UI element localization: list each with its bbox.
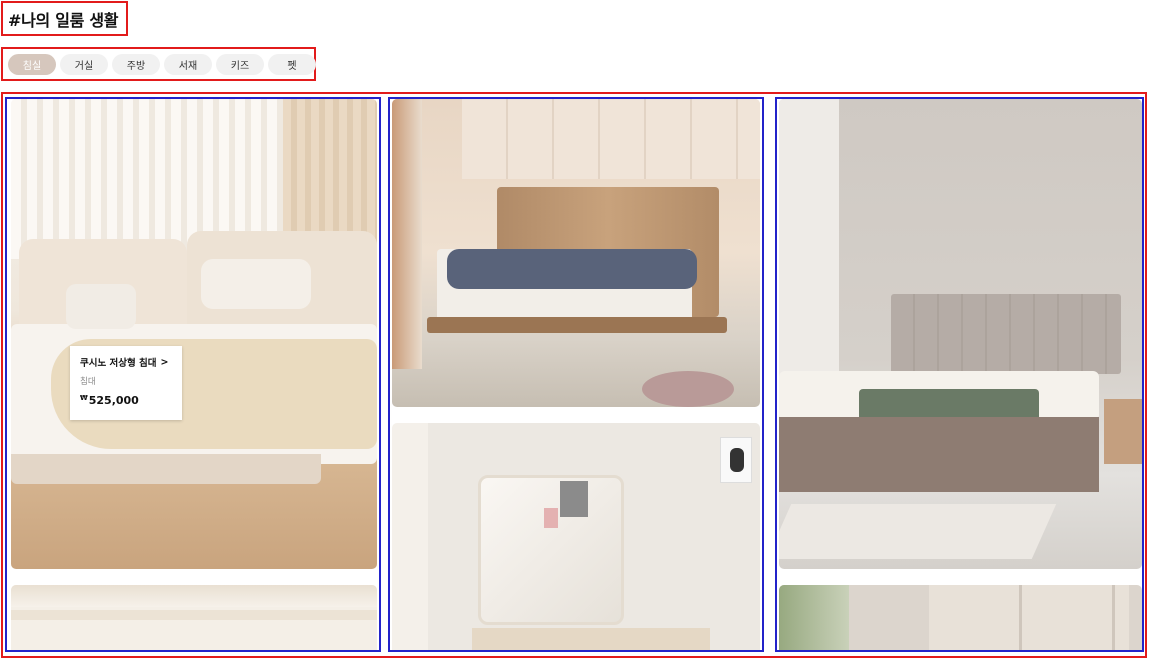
currency-symbol: ₩ xyxy=(80,394,88,402)
product-name-row: 쿠시노 저상형 침대 > xyxy=(80,355,172,370)
product-category: 침대 xyxy=(80,377,96,387)
tab-kitchen[interactable]: 주방 xyxy=(112,53,160,75)
tab-kids[interactable]: 키즈 xyxy=(216,53,264,75)
product-price: 525,000 xyxy=(88,394,139,407)
gallery-column-2 xyxy=(388,97,764,652)
molding-decor xyxy=(11,610,377,620)
picture-decor xyxy=(560,481,588,517)
gallery-column-1: 쿠시노 저상형 침대 > 침대 ₩525,000 xyxy=(5,97,381,652)
bedroom-photo-motion-bed[interactable] xyxy=(779,99,1142,569)
tab-pet[interactable]: 펫 xyxy=(268,53,316,75)
door-decor xyxy=(929,585,1129,650)
gallery-column-3 xyxy=(775,97,1144,652)
section-title: #나의 일룸 생활 xyxy=(8,10,119,30)
poster-decor xyxy=(720,437,752,483)
rug-decor xyxy=(779,504,1057,559)
bedroom-photo-low-bed[interactable]: 쿠시노 저상형 침대 > 침대 ₩525,000 xyxy=(11,99,377,569)
photo-gallery: 쿠시노 저상형 침대 > 침대 ₩525,000 xyxy=(1,92,1147,658)
product-name: 쿠시노 저상형 침대 xyxy=(80,358,157,369)
rug-decor xyxy=(642,371,734,407)
bedroom-photo-wood-bed[interactable] xyxy=(392,99,760,407)
shelf-decor xyxy=(779,99,839,399)
dresser-mirror-photo[interactable] xyxy=(392,423,760,650)
molding-decor xyxy=(11,585,377,607)
category-tabs: 침실 거실 주방 서재 키즈 펫 xyxy=(1,47,316,81)
section-title-box: #나의 일룸 생활 xyxy=(1,1,128,36)
window-door-photo[interactable] xyxy=(779,585,1142,650)
pillow-decor xyxy=(201,259,311,309)
bed-base-decor xyxy=(11,454,321,484)
dresser-decor xyxy=(472,628,710,650)
product-tag[interactable]: 쿠시노 저상형 침대 > 침대 ₩525,000 xyxy=(70,346,182,420)
bed-base-decor xyxy=(779,417,1099,492)
bed-frame-decor xyxy=(427,317,727,333)
ceiling-photo[interactable] xyxy=(11,585,377,650)
chevron-right-icon: > xyxy=(160,356,169,368)
window-decor xyxy=(779,585,849,650)
headboard-decor xyxy=(891,294,1121,374)
mirror-decor xyxy=(478,475,624,625)
tab-bedroom[interactable]: 침실 xyxy=(8,53,56,75)
pillow-decor xyxy=(66,284,136,329)
picture-decor xyxy=(544,508,558,528)
throw-decor xyxy=(447,249,697,289)
window-decor xyxy=(392,99,422,369)
nightstand-decor xyxy=(1104,399,1142,464)
product-price-row: ₩525,000 xyxy=(80,394,172,407)
tab-living-room[interactable]: 거실 xyxy=(60,53,108,75)
tab-study[interactable]: 서재 xyxy=(164,53,212,75)
wall-panel-decor xyxy=(462,99,760,179)
